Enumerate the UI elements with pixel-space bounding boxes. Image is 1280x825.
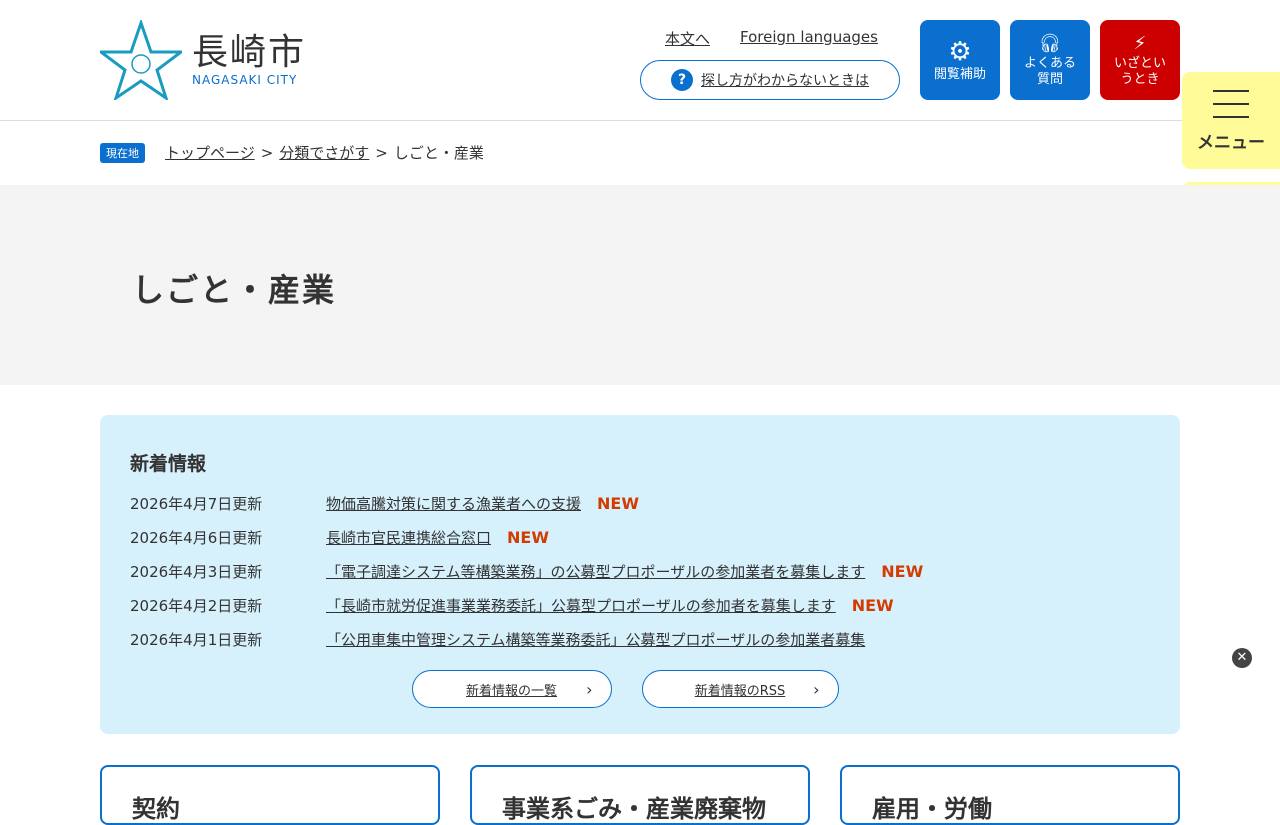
accessibility-label: 閲覧補助 (933, 67, 986, 82)
news-date: 2026年4月1日更新 (130, 630, 263, 649)
news-date: 2026年4月3日更新 (130, 562, 263, 581)
news-link[interactable]: 「電子調達システム等構築業務」の公募型プロポーザルの参加業者を募集します (326, 561, 865, 582)
news-link[interactable]: 「公用車集中管理システム構築等業務委託」公募型プロポーザルの参加業者募集 (326, 629, 865, 650)
siren-icon: ⚡ (1133, 33, 1147, 54)
chevron-right-icon: › (586, 679, 593, 699)
star-emblem-icon (100, 20, 182, 100)
accessibility-button[interactable]: ⚙ 閲覧補助 (920, 20, 1000, 100)
breadcrumb-current: しごと・産業 (393, 144, 484, 162)
new-badge: NEW (851, 595, 894, 615)
gear-icon: ⚙ (948, 37, 972, 67)
site-logo[interactable]: 長崎市 NAGASAKI CITY (100, 20, 306, 100)
emergency-button[interactable]: ⚡ いざというとき (1100, 20, 1180, 100)
logo-text-en: NAGASAKI CITY (192, 73, 298, 87)
category-title: 雇用・労働 (872, 795, 992, 823)
page-title: しごと・産業 (132, 271, 337, 309)
new-badge: NEW (881, 561, 924, 581)
foreign-languages-link[interactable]: Foreign languages (740, 28, 878, 49)
breadcrumb-top[interactable]: トップページ (165, 142, 255, 163)
search-help-button[interactable]: ? 探し方がわからないときは (640, 60, 900, 100)
menu-button[interactable]: メニュー (1182, 72, 1280, 169)
news-item: 2026年4月7日更新 物価高騰対策に関する漁業者への支援 NEW (130, 486, 1150, 520)
hamburger-icon (1213, 90, 1249, 118)
category-card[interactable]: 事業系ごみ・産業廃棄物 (470, 765, 810, 825)
skip-to-content-link[interactable]: 本文へ (665, 28, 710, 49)
news-link[interactable]: 長崎市官民連携総合窓口 (326, 527, 491, 548)
news-item: 2026年4月3日更新 「電子調達システム等構築業務」の公募型プロポーザルの参加業… (130, 554, 1150, 588)
new-badge: NEW (507, 527, 549, 547)
news-date: 2026年4月2日更新 (130, 596, 263, 615)
current-location-badge: 現在地 (100, 142, 145, 163)
faq-label: よくある質問 (1023, 56, 1076, 87)
news-item: 2026年4月2日更新 「長崎市就労促進事業業務委託」公募型プロポーザルの参加者を… (130, 588, 1150, 622)
news-item: 2026年4月1日更新 「公用車集中管理システム構築等業務委託」公募型プロポーザル… (130, 622, 1150, 656)
category-title: 事業系ごみ・産業廃棄物 (502, 795, 766, 823)
news-panel: 新着情報 2026年4月7日更新 物価高騰対策に関する漁業者への支援 NEW 2026… (100, 415, 1180, 734)
news-link[interactable]: 物価高騰対策に関する漁業者への支援 (326, 493, 581, 514)
news-date: 2026年4月6日更新 (130, 528, 263, 547)
new-badge: NEW (597, 493, 639, 513)
category-card[interactable]: 雇用・労働 (840, 765, 1180, 825)
breadcrumb: 現在地 トップページ > 分類でさがす > しごと・産業 (100, 142, 484, 163)
news-item: 2026年4月6日更新 長崎市官民連携総合窓口 NEW (130, 520, 1150, 554)
emergency-label: いざというとき (1113, 56, 1166, 87)
category-card[interactable]: 契約 (100, 765, 440, 825)
news-list-label: 新着情報の一覧 (465, 683, 557, 699)
chevron-right-icon: › (813, 679, 820, 699)
news-list-button[interactable]: 新着情報の一覧 › (411, 670, 612, 708)
site-header: 長崎市 NAGASAKI CITY 本文へ Foreign languages … (0, 0, 1280, 121)
logo-text-jp: 長崎市 (192, 32, 307, 73)
headset-icon: 🎧︎ (1038, 33, 1062, 54)
close-icon[interactable]: ✕ (1232, 648, 1252, 668)
question-icon: ? (671, 69, 693, 91)
page-hero: しごと・産業 (0, 185, 1280, 385)
news-link[interactable]: 「長崎市就労促進事業業務委託」公募型プロポーザルの参加者を募集します (326, 595, 836, 616)
breadcrumb-category[interactable]: 分類でさがす (279, 142, 369, 163)
news-rss-button[interactable]: 新着情報のRSS › (641, 670, 839, 708)
search-help-label: 探し方がわからないときは (701, 73, 869, 89)
breadcrumb-separator: > (260, 143, 274, 162)
category-title: 契約 (132, 795, 180, 823)
news-title: 新着情報 (130, 453, 207, 475)
breadcrumb-separator: > (375, 143, 388, 162)
faq-button[interactable]: 🎧︎ よくある質問 (1010, 20, 1090, 100)
news-rss-label: 新着情報のRSS (694, 683, 786, 699)
menu-label: メニュー (1197, 133, 1265, 153)
news-date: 2026年4月7日更新 (130, 494, 263, 513)
